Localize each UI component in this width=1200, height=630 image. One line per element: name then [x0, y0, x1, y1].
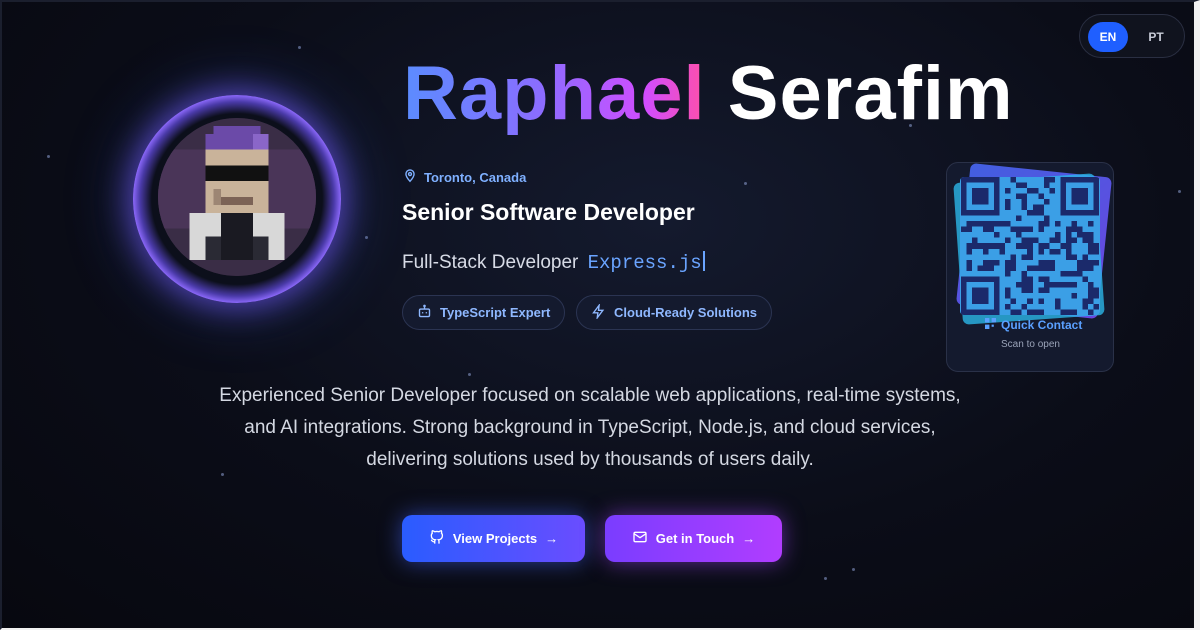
typed-technology: Express.js [587, 252, 702, 274]
chip-label: Cloud-Ready Solutions [614, 305, 757, 320]
hero-name: Raphael Serafim [403, 50, 1014, 137]
qr-code-image[interactable] [960, 177, 1100, 315]
job-title: Senior Software Developer [402, 199, 695, 225]
subtitle: Full-Stack Developer Express.js [402, 251, 705, 274]
star-dot [824, 577, 827, 580]
zap-icon [591, 302, 606, 322]
chip-typescript: TypeScript Expert [402, 295, 566, 330]
bot-icon [417, 304, 432, 322]
name-last: Serafim [727, 51, 1014, 136]
view-projects-label: View Projects [452, 531, 538, 546]
get-in-touch-button[interactable]: Get in Touch → [605, 515, 782, 562]
chip-label: TypeScript Expert [440, 305, 551, 320]
star-dot [468, 373, 471, 376]
star-dot [298, 46, 301, 49]
view-projects-button[interactable]: View Projects → [402, 515, 585, 562]
lang-pt-button[interactable]: PT [1136, 22, 1176, 52]
map-pin-icon [403, 168, 417, 186]
qr-hint: Scan to open [1001, 339, 1060, 350]
location-text: Toronto, Canada [424, 169, 527, 185]
github-icon [429, 529, 445, 548]
subtitle-prefix: Full-Stack Developer [402, 252, 579, 273]
get-in-touch-label: Get in Touch [655, 531, 735, 546]
star-dot [1178, 190, 1181, 193]
typing-cursor [702, 251, 705, 271]
name-first: Raphael [403, 51, 706, 136]
hero-description: Experienced Senior Developer focused on … [219, 385, 961, 470]
language-toggle: EN PT [1079, 14, 1185, 58]
star-dot [365, 236, 368, 239]
star-dot [744, 182, 747, 185]
arrow-right-icon: → [742, 531, 756, 546]
star-dot [47, 155, 50, 158]
chip-cloud: Cloud-Ready Solutions [576, 295, 772, 330]
qr-label-text: Quick Contact [1001, 318, 1083, 332]
mail-icon [632, 529, 648, 548]
lang-en-button[interactable]: EN [1088, 22, 1128, 52]
pixel-portrait-image [158, 118, 316, 276]
star-dot [852, 568, 855, 571]
qr-label: Quick Contact [985, 318, 1082, 332]
arrow-right-icon: → [545, 531, 559, 546]
qr-code-pattern [961, 177, 1099, 315]
qr-code-icon [985, 318, 996, 332]
avatar [158, 118, 316, 276]
location: Toronto, Canada [403, 168, 526, 186]
